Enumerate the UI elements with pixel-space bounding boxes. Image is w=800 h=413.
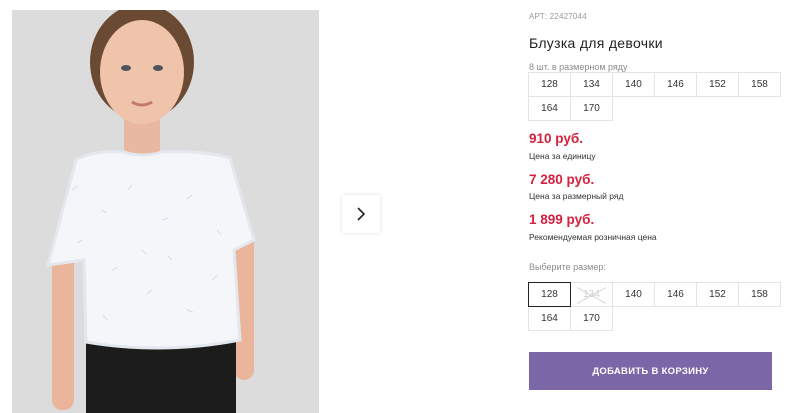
product-photo[interactable]	[12, 10, 319, 413]
pack-size-cell: 146	[654, 72, 697, 97]
pack-price: 7 280 руб.	[529, 172, 595, 187]
size-option[interactable]: 146	[654, 282, 697, 307]
size-option[interactable]: 170	[570, 306, 613, 331]
size-option-selected[interactable]: 128	[528, 282, 571, 307]
pack-size-grid: 128 134 140 146 152 158 164 170	[528, 72, 781, 121]
unit-price: 910 руб.	[529, 131, 583, 146]
unit-price-note: Цена за единицу	[529, 151, 596, 161]
next-image-button[interactable]	[342, 195, 380, 233]
pack-size-label: 8 шт. в размерном ряду	[529, 62, 628, 72]
add-to-cart-button[interactable]: ДОБАВИТЬ В КОРЗИНУ	[529, 352, 772, 390]
pack-size-cell: 170	[570, 96, 613, 121]
pack-size-cell: 140	[612, 72, 655, 97]
size-option[interactable]: 158	[738, 282, 781, 307]
pack-size-cell: 152	[696, 72, 739, 97]
pack-size-cell: 128	[528, 72, 571, 97]
retail-price: 1 899 руб.	[529, 212, 595, 227]
product-gallery	[0, 0, 400, 413]
size-option[interactable]: 152	[696, 282, 739, 307]
select-size-label: Выберите размер:	[529, 262, 606, 272]
size-option[interactable]: 164	[528, 306, 571, 331]
size-option-unavailable: 134	[570, 282, 613, 307]
size-selector: 128 134 140 146 152 158 164 170	[528, 282, 781, 331]
pack-size-cell: 164	[528, 96, 571, 121]
size-option[interactable]: 140	[612, 282, 655, 307]
pack-price-note: Цена за размерный ряд	[529, 191, 624, 201]
pack-size-cell: 158	[738, 72, 781, 97]
pack-size-cell: 134	[570, 72, 613, 97]
product-title: Блузка для девочки	[529, 35, 663, 51]
article-number: АРТ: 22427044	[529, 12, 587, 21]
chevron-right-icon	[357, 207, 366, 221]
retail-price-note: Рекомендуемая розничная цена	[529, 232, 657, 242]
